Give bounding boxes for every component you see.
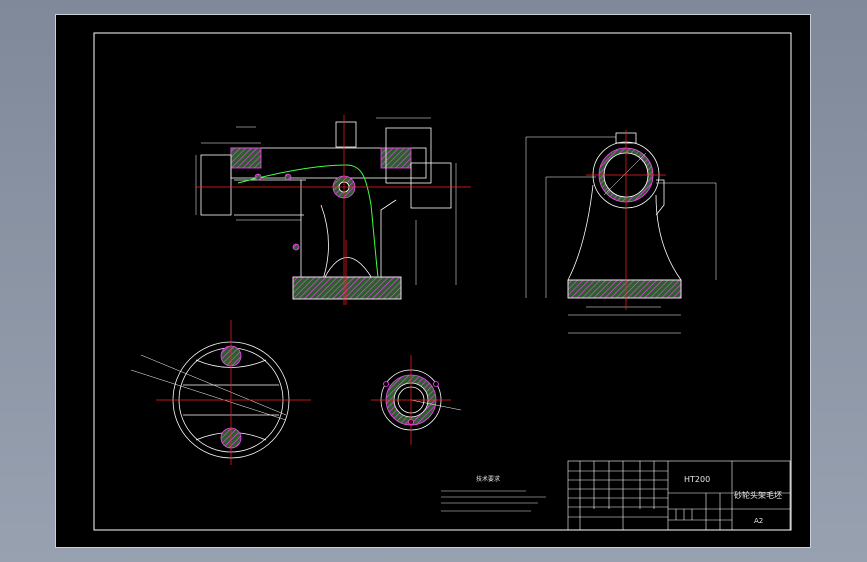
front-view-centerlines (196, 115, 471, 305)
technical-notes: 技术要求 (441, 475, 546, 512)
side-view (525, 132, 717, 334)
part-name: 砂轮头架毛坯 (734, 490, 782, 500)
front-top-boss (335, 121, 357, 148)
front-left-arm (200, 154, 232, 216)
drawing-sheet[interactable]: 技术要求 HT200 砂轮头架毛坯 A2 (55, 14, 811, 548)
front-base (292, 276, 402, 300)
front-view (195, 117, 457, 300)
material-label: HT200 (684, 475, 710, 484)
sheet-size: A2 (754, 517, 763, 525)
flange-view-centerlines (371, 355, 451, 445)
notes-heading: 技术要求 (476, 475, 500, 483)
side-view-base (567, 279, 682, 299)
drawing-border (93, 32, 792, 531)
cad-viewport[interactable]: 技术要求 HT200 砂轮头架毛坯 A2 (0, 0, 867, 562)
drawing-canvas[interactable]: 技术要求 HT200 砂轮头架毛坯 A2 (56, 15, 812, 549)
